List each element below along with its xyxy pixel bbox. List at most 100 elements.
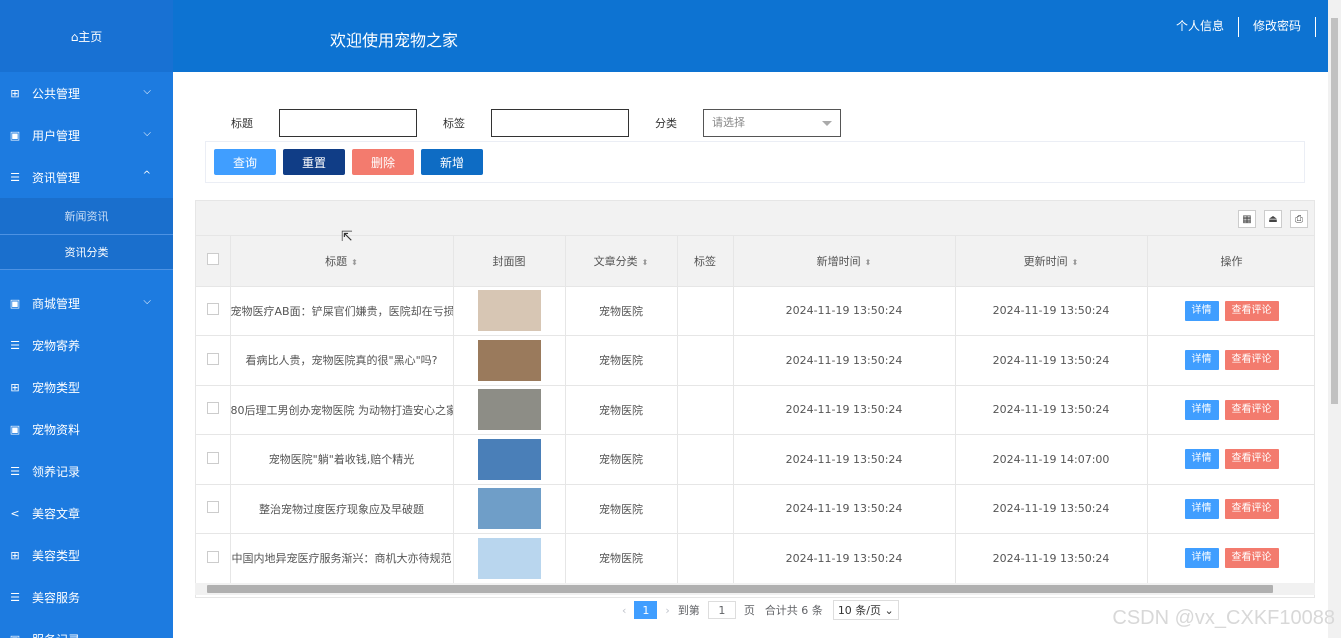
submenu-item-news[interactable]: 新闻资讯	[0, 198, 173, 234]
tag-label: 标签	[443, 117, 465, 130]
sort-icon[interactable]: ⬍	[642, 258, 649, 267]
sidebar-item-label: 用户管理	[32, 128, 81, 143]
cover-image[interactable]	[477, 339, 541, 381]
watermark: CSDN @vx_CXKF10088	[1112, 607, 1335, 629]
cover-image[interactable]	[477, 438, 541, 480]
query-button[interactable]: 查询	[214, 149, 276, 175]
cell-cover	[453, 434, 566, 485]
row-checkbox-cell[interactable]	[196, 286, 231, 336]
view-comments-button[interactable]: 查看评论	[1224, 300, 1279, 321]
column-header[interactable]: 文章分类 ⬍	[565, 236, 678, 287]
detail-button[interactable]: 详情	[1184, 498, 1219, 519]
column-header-label: 标题	[325, 254, 348, 268]
tag-input[interactable]	[491, 109, 629, 137]
sidebar-item-b5[interactable]: < 美容文章	[0, 492, 173, 534]
row-checkbox[interactable]	[206, 550, 219, 563]
sidebar-item-b2[interactable]: ⊞ 宠物类型	[0, 366, 173, 408]
cell-category: 宠物医院	[565, 484, 678, 534]
row-checkbox-cell[interactable]	[196, 434, 231, 485]
detail-button[interactable]: 详情	[1184, 300, 1219, 321]
cell-cover	[453, 484, 566, 534]
view-comments-button[interactable]: 查看评论	[1224, 548, 1279, 569]
columns-icon[interactable]: ▦	[1238, 210, 1256, 228]
row-checkbox-cell[interactable]	[196, 484, 231, 534]
view-comments-button[interactable]: 查看评论	[1224, 498, 1279, 519]
cover-image[interactable]	[477, 537, 541, 579]
prev-page-icon[interactable]: ‹	[622, 604, 626, 617]
sidebar-item-b7[interactable]: ☰ 美容服务	[0, 576, 173, 618]
sort-icon[interactable]: ⬍	[865, 258, 872, 267]
sidebar-item-a0[interactable]: ⊞ 公共管理 ⌵	[0, 72, 173, 114]
detail-button[interactable]: 详情	[1184, 548, 1219, 569]
detail-button[interactable]: 详情	[1184, 350, 1219, 371]
view-comments-button[interactable]: 查看评论	[1224, 399, 1279, 420]
sidebar-item-a2[interactable]: ☰ 资讯管理 ^	[0, 156, 173, 198]
cover-image[interactable]	[477, 488, 541, 530]
pagination: ‹ 1 › 到第 1 页 合计共 6 条 10 条/页 ⌄	[622, 600, 899, 620]
goto-page-input[interactable]: 1	[707, 601, 736, 619]
cover-image[interactable]	[477, 389, 541, 431]
view-comments-button[interactable]: 查看评论	[1224, 449, 1279, 470]
sidebar-item-b6[interactable]: ⊞ 美容类型	[0, 534, 173, 576]
sort-icon[interactable]: ⬍	[351, 258, 358, 267]
row-checkbox-cell[interactable]	[196, 385, 231, 435]
horizontal-scrollbar[interactable]	[195, 583, 1315, 595]
table-row: 整治宠物过度医疗现象应及早破题 宠物医院 2024-11-19 13:50:24 20…	[196, 484, 1314, 534]
cover-image[interactable]	[477, 290, 541, 332]
submenu-item-news-category[interactable]: 资讯分类	[0, 234, 173, 270]
print-icon[interactable]: ⎙	[1290, 210, 1308, 228]
category-select[interactable]: 请选择	[703, 109, 841, 137]
sort-icon[interactable]: ⬍	[1072, 258, 1079, 267]
sidebar-item-b8[interactable]: ▣ 服务记录	[0, 618, 173, 638]
vertical-scrollbar[interactable]	[1328, 0, 1341, 638]
cell-actions: 详情 查看评论	[1147, 385, 1314, 435]
list-icon: ☰	[10, 170, 20, 184]
cell-created: 2024-11-19 13:50:24	[733, 533, 956, 584]
reset-button[interactable]: 重置	[283, 149, 345, 175]
sidebar-item-b3[interactable]: ▣ 宠物资料	[0, 408, 173, 450]
select-all-checkbox-cell[interactable]	[196, 236, 231, 287]
add-button[interactable]: 新增	[421, 149, 483, 175]
doc-icon: ▣	[9, 128, 21, 142]
row-checkbox[interactable]	[206, 303, 219, 316]
column-header: 操作	[1147, 236, 1314, 287]
row-checkbox[interactable]	[206, 501, 219, 514]
row-checkbox[interactable]	[206, 352, 219, 365]
detail-button[interactable]: 详情	[1184, 449, 1219, 470]
change-password-link[interactable]: 修改密码	[1239, 17, 1316, 37]
chevron-up-icon: ^	[142, 170, 151, 181]
cell-tag	[677, 286, 734, 336]
sidebar-item-b1[interactable]: ☰ 宠物寄养	[0, 324, 173, 366]
next-page-icon[interactable]: ›	[665, 604, 669, 617]
cell-cover	[453, 286, 566, 336]
home-link[interactable]: ⌂主页	[0, 0, 173, 72]
cell-category: 宠物医院	[565, 434, 678, 485]
row-checkbox-cell[interactable]	[196, 335, 231, 386]
action-bar: 查询 重置 删除 新增	[205, 141, 1305, 183]
column-header[interactable]: 新增时间 ⬍	[733, 236, 956, 287]
table-row: 宠物医疗AB面：铲屎官们嫌贵，医院却在亏损 宠物医院 2024-11-19 13:5…	[196, 286, 1314, 336]
table-row: 看病比人贵，宠物医院真的很"黑心"吗? 宠物医院 2024-11-19 13:50:…	[196, 335, 1314, 386]
table-row: 中国内地异宠医疗服务渐兴：商机大亦待规范 宠物医院 2024-11-19 13:50…	[196, 533, 1314, 584]
select-all-checkbox[interactable]	[206, 253, 219, 266]
export-icon[interactable]: ⏏	[1264, 210, 1282, 228]
grid-icon: ⊞	[10, 380, 20, 394]
sidebar-item-label: 商城管理	[32, 296, 81, 311]
sidebar-item-b0[interactable]: ▣ 商城管理 ⌵	[0, 282, 173, 324]
row-checkbox-cell[interactable]	[196, 533, 231, 584]
view-comments-button[interactable]: 查看评论	[1224, 350, 1279, 371]
page-button-current[interactable]: 1	[634, 601, 658, 619]
row-checkbox[interactable]	[206, 451, 219, 464]
title-input[interactable]	[279, 109, 417, 137]
sidebar-item-b4[interactable]: ☰ 领养记录	[0, 450, 173, 492]
column-header-label: 更新时间	[1023, 254, 1068, 268]
data-table: ▦ ⏏ ⎙ 标题 ⬍ 封面图 文章分类 ⬍ 标签 新增时间 ⬍ 更新时间 ⬍ 操作 宠物医疗AB面：…	[195, 200, 1315, 598]
page-size-select[interactable]: 10 条/页 ⌄	[832, 600, 899, 620]
delete-button[interactable]: 删除	[352, 149, 414, 175]
cell-updated: 2024-11-19 13:50:24	[955, 286, 1148, 336]
sidebar-item-a1[interactable]: ▣ 用户管理 ⌵	[0, 114, 173, 156]
profile-link[interactable]: 个人信息	[1162, 17, 1239, 37]
detail-button[interactable]: 详情	[1184, 399, 1219, 420]
column-header[interactable]: 更新时间 ⬍	[955, 236, 1148, 287]
row-checkbox[interactable]	[206, 402, 219, 415]
